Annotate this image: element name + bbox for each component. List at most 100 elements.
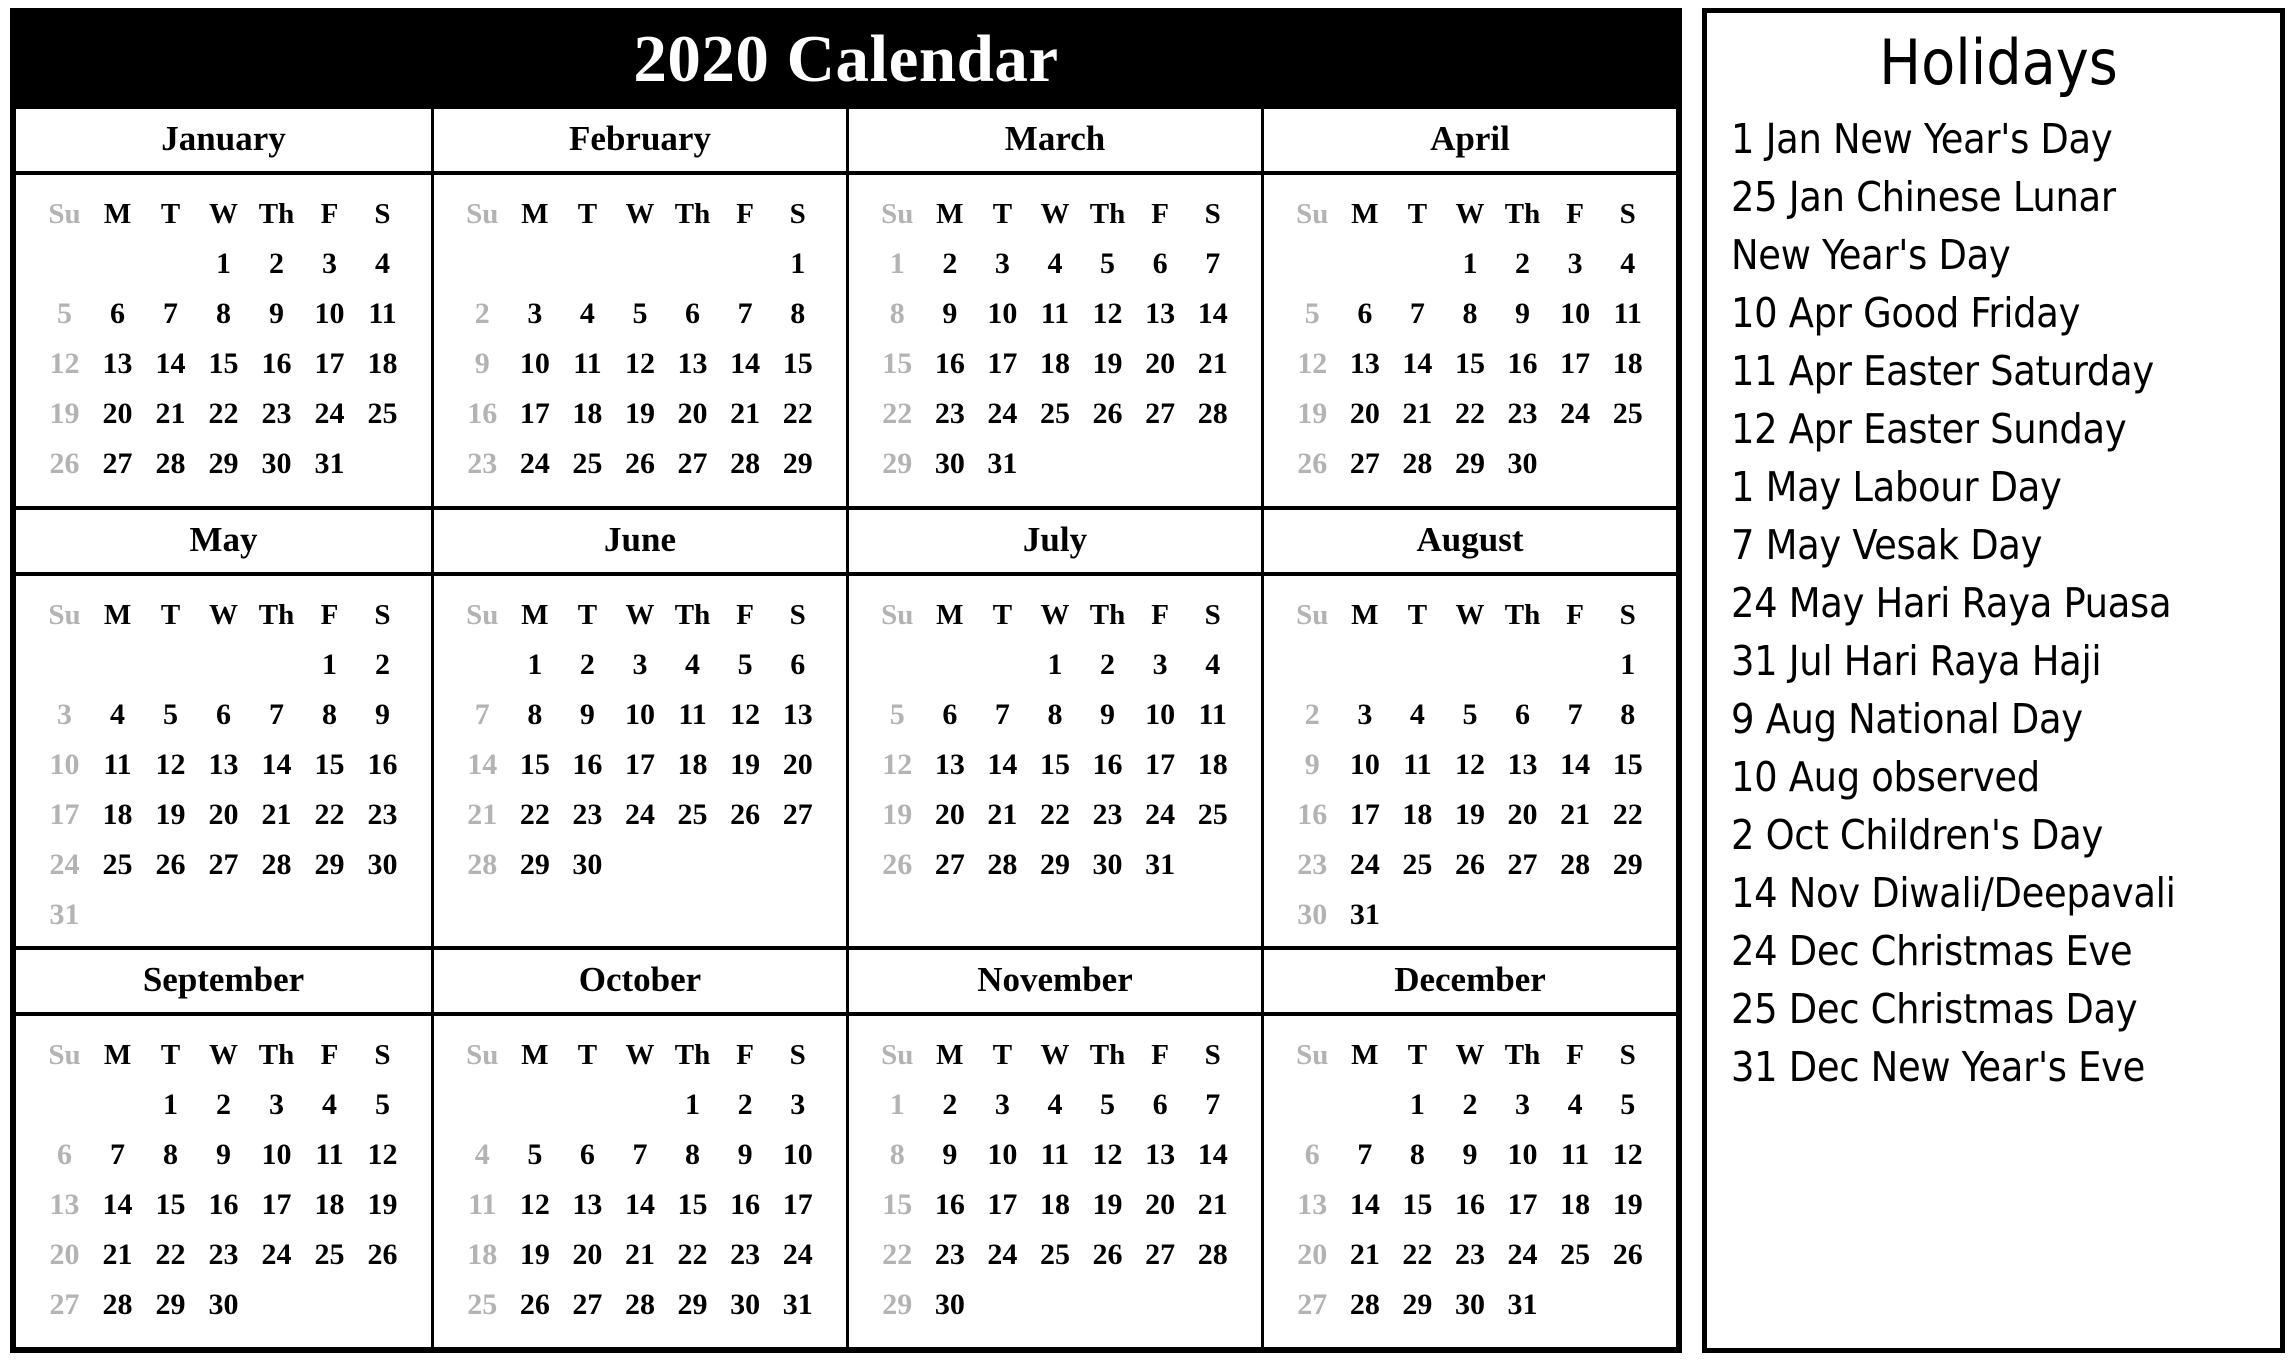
day-cell[interactable]: 23 (1496, 389, 1549, 439)
day-cell[interactable]: 12 (1286, 339, 1339, 389)
day-cell[interactable]: 14 (976, 740, 1029, 790)
day-cell[interactable]: 1 (1444, 239, 1497, 289)
day-cell[interactable]: 17 (509, 389, 562, 439)
day-cell[interactable]: 26 (144, 840, 197, 890)
day-cell[interactable]: 10 (303, 289, 356, 339)
day-cell[interactable]: 8 (666, 1130, 719, 1180)
day-cell[interactable]: 14 (1186, 1130, 1239, 1180)
day-cell[interactable]: 13 (924, 740, 977, 790)
day-cell[interactable]: 27 (38, 1280, 91, 1330)
day-cell[interactable]: 25 (561, 439, 614, 489)
day-cell[interactable]: 8 (871, 289, 924, 339)
month-block-september[interactable]: September Su M T W Th F S 1 2 3 4 5 6 7 8 9 10 11 12 13 14 15… (16, 950, 431, 1347)
day-cell[interactable]: 25 (303, 1230, 356, 1280)
day-cell[interactable]: 16 (1081, 740, 1134, 790)
day-cell[interactable]: 17 (1496, 1180, 1549, 1230)
day-cell[interactable]: 7 (1186, 239, 1239, 289)
day-cell[interactable]: 31 (38, 890, 91, 940)
holiday-item[interactable]: 1 May Labour Day (1731, 467, 2266, 525)
day-cell[interactable]: 15 (871, 339, 924, 389)
day-cell[interactable]: 6 (1286, 1130, 1339, 1180)
day-cell[interactable]: 3 (614, 640, 667, 690)
day-cell[interactable]: 5 (1286, 289, 1339, 339)
day-cell[interactable]: 25 (91, 840, 144, 890)
day-cell[interactable]: 10 (250, 1130, 303, 1180)
day-cell[interactable]: 28 (1549, 840, 1602, 890)
day-cell[interactable]: 5 (1081, 1080, 1134, 1130)
day-cell[interactable]: 18 (91, 790, 144, 840)
day-cell[interactable]: 16 (356, 740, 409, 790)
day-cell[interactable]: 3 (38, 690, 91, 740)
day-cell[interactable]: 8 (144, 1130, 197, 1180)
day-cell[interactable]: 5 (1444, 690, 1497, 740)
day-cell[interactable]: 15 (1029, 740, 1082, 790)
day-cell[interactable]: 27 (666, 439, 719, 489)
day-cell[interactable]: 3 (1496, 1080, 1549, 1130)
day-cell[interactable]: 19 (144, 790, 197, 840)
day-cell[interactable]: 19 (38, 389, 91, 439)
day-cell[interactable]: 2 (719, 1080, 772, 1130)
day-cell[interactable]: 19 (1444, 790, 1497, 840)
day-cell[interactable]: 4 (91, 690, 144, 740)
day-cell[interactable]: 17 (1134, 740, 1187, 790)
day-cell[interactable]: 26 (1081, 1230, 1134, 1280)
day-cell[interactable]: 12 (719, 690, 772, 740)
day-cell[interactable]: 10 (976, 289, 1029, 339)
day-cell[interactable]: 6 (1496, 690, 1549, 740)
day-cell[interactable]: 6 (1339, 289, 1392, 339)
day-cell[interactable]: 29 (666, 1280, 719, 1330)
day-cell[interactable]: 5 (1081, 239, 1134, 289)
day-cell[interactable]: 27 (1339, 439, 1392, 489)
day-cell[interactable]: 10 (976, 1130, 1029, 1180)
day-cell[interactable]: 25 (1601, 389, 1654, 439)
day-cell[interactable]: 28 (91, 1280, 144, 1330)
day-cell[interactable]: 10 (509, 339, 562, 389)
day-cell[interactable]: 8 (1391, 1130, 1444, 1180)
holiday-item[interactable]: 11 Apr Easter Saturday (1731, 351, 2266, 409)
day-cell[interactable]: 22 (771, 389, 824, 439)
day-cell[interactable]: 14 (614, 1180, 667, 1230)
day-cell[interactable]: 31 (771, 1280, 824, 1330)
day-cell[interactable]: 23 (197, 1230, 250, 1280)
day-cell[interactable]: 22 (303, 790, 356, 840)
day-cell[interactable]: 4 (1549, 1080, 1602, 1130)
day-cell[interactable]: 24 (303, 389, 356, 439)
day-cell[interactable]: 12 (509, 1180, 562, 1230)
month-block-april[interactable]: April Su M T W Th F S 1 2 3 4 5 6 7 8 9 10 11 12 13 14 15 16 17… (1261, 109, 1676, 506)
day-cell[interactable]: 4 (1601, 239, 1654, 289)
day-cell[interactable]: 4 (303, 1080, 356, 1130)
day-cell[interactable]: 13 (91, 339, 144, 389)
holiday-item[interactable]: 14 Nov Diwali/Deepavali (1731, 873, 2266, 931)
day-cell[interactable]: 7 (1186, 1080, 1239, 1130)
day-cell[interactable]: 23 (719, 1230, 772, 1280)
day-cell[interactable]: 2 (456, 289, 509, 339)
day-cell[interactable]: 29 (871, 439, 924, 489)
day-cell[interactable]: 28 (976, 840, 1029, 890)
day-cell[interactable]: 17 (303, 339, 356, 389)
day-cell[interactable]: 24 (976, 389, 1029, 439)
day-cell[interactable]: 12 (1081, 1130, 1134, 1180)
day-cell[interactable]: 29 (771, 439, 824, 489)
holiday-item[interactable]: 24 May Hari Raya Puasa (1731, 583, 2266, 641)
day-cell[interactable]: 27 (771, 790, 824, 840)
day-cell[interactable]: 5 (356, 1080, 409, 1130)
day-cell[interactable]: 11 (561, 339, 614, 389)
day-cell[interactable]: 21 (976, 790, 1029, 840)
day-cell[interactable]: 29 (303, 840, 356, 890)
day-cell[interactable]: 29 (1029, 840, 1082, 890)
day-cell[interactable]: 15 (871, 1180, 924, 1230)
day-cell[interactable]: 21 (719, 389, 772, 439)
day-cell[interactable]: 13 (1134, 1130, 1187, 1180)
day-cell[interactable]: 24 (1549, 389, 1602, 439)
day-cell[interactable]: 12 (38, 339, 91, 389)
day-cell[interactable]: 12 (356, 1130, 409, 1180)
day-cell[interactable]: 20 (38, 1230, 91, 1280)
day-cell[interactable]: 20 (666, 389, 719, 439)
day-cell[interactable]: 4 (1029, 239, 1082, 289)
day-cell[interactable]: 11 (1029, 289, 1082, 339)
day-cell[interactable]: 14 (91, 1180, 144, 1230)
day-cell[interactable]: 23 (924, 389, 977, 439)
day-cell[interactable]: 10 (1549, 289, 1602, 339)
day-cell[interactable]: 9 (197, 1130, 250, 1180)
day-cell[interactable]: 12 (1081, 289, 1134, 339)
